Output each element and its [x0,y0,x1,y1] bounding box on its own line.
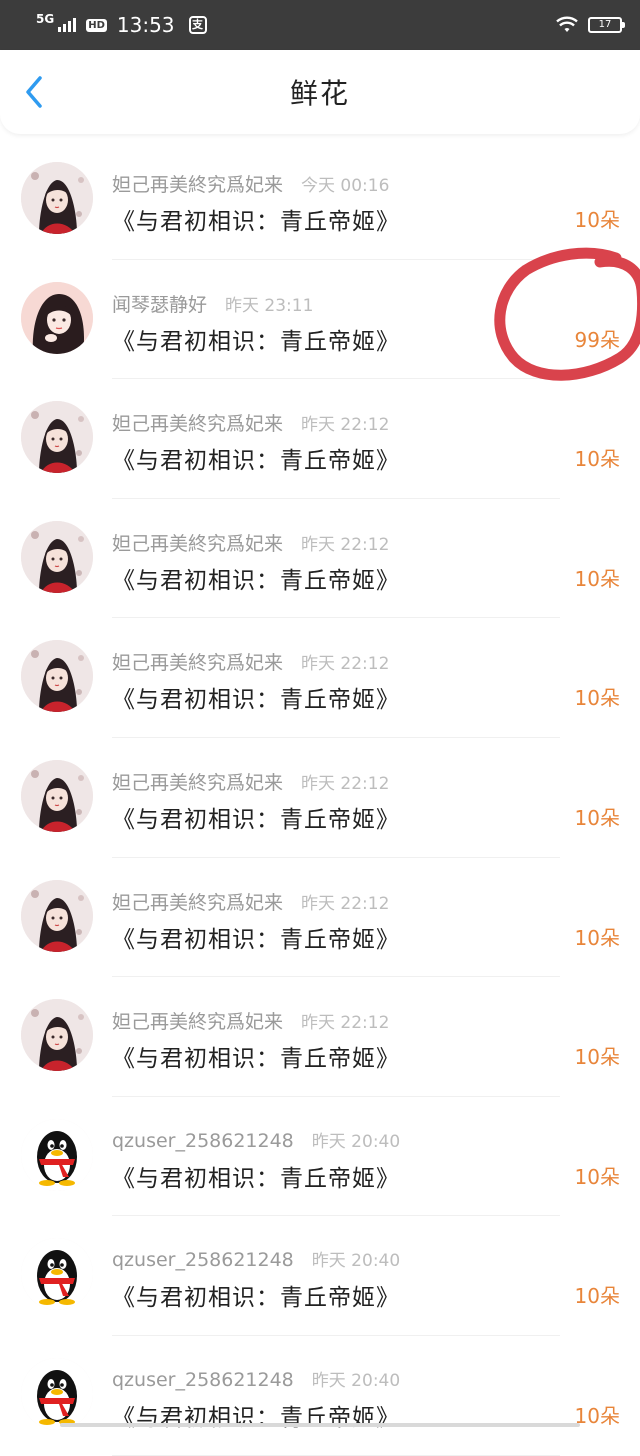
flower-count: 10朵 [575,1161,620,1190]
flower-count: 10朵 [575,802,620,831]
timestamp: 昨天 20:40 [312,1366,400,1391]
timestamp: 昨天 23:11 [225,291,313,316]
avatar[interactable] [21,401,93,473]
user-name[interactable]: 妲己再美終究爲妃来 [112,768,283,795]
flower-count: 10朵 [575,1041,620,1070]
list-item[interactable]: 妲己再美終究爲妃来昨天 22:12 《与君初相识：青丘帝姬》 10朵 [0,858,640,978]
book-title: 《与君初相识：青丘帝姬》 [112,322,400,356]
avatar[interactable] [21,521,93,593]
timestamp: 今天 00:16 [301,171,389,196]
flower-count: 10朵 [575,563,620,592]
list-item[interactable]: 妲己再美終究爲妃来昨天 22:12 《与君初相识：青丘帝姬》 10朵 [0,977,640,1097]
user-name[interactable]: 闻琴瑟静好 [112,290,207,317]
timestamp: 昨天 22:12 [301,1008,389,1033]
book-title: 《与君初相识：青丘帝姬》 [112,680,400,714]
hd-badge: HD [86,19,107,32]
list-item[interactable]: 妲己再美終究爲妃来昨天 22:12 《与君初相识：青丘帝姬》 10朵 [0,618,640,738]
book-title: 《与君初相识：青丘帝姬》 [112,202,400,236]
user-name[interactable]: qzuser_258621248 [112,1369,294,1391]
book-title: 《与君初相识：青丘帝姬》 [112,1159,400,1193]
flower-list: 妲己再美終究爲妃来今天 00:16《与君初相识：青丘帝姬》10朵 闻琴瑟静好昨天… [0,140,640,1456]
user-name[interactable]: 妲己再美終究爲妃来 [112,409,283,436]
wifi-icon [556,16,578,34]
user-name[interactable]: 妲己再美終究爲妃来 [112,170,283,197]
avatar[interactable] [21,282,93,354]
battery-icon: 17 [588,17,622,33]
avatar[interactable] [21,1238,93,1310]
signal-icon [58,18,76,32]
list-item[interactable]: 妲己再美終究爲妃来昨天 22:12 《与君初相识：青丘帝姬》 10朵 [0,499,640,619]
user-name[interactable]: 妲己再美終究爲妃来 [112,1007,283,1034]
book-title: 《与君初相识：青丘帝姬》 [112,441,400,475]
avatar[interactable] [21,1119,93,1191]
scroll-indicator [60,1423,580,1427]
timestamp: 昨天 22:12 [301,649,389,674]
list-item[interactable]: 妲己再美終究爲妃来今天 00:16 《与君初相识：青丘帝姬》 10朵 [0,140,640,260]
user-name[interactable]: 妲己再美終究爲妃来 [112,529,283,556]
page-title: 鲜花 [290,72,350,112]
book-title: 《与君初相识：青丘帝姬》 [112,561,400,595]
avatar[interactable] [21,640,93,712]
avatar[interactable] [21,880,93,952]
flower-count: 99朵 [575,324,620,353]
list-item[interactable]: qzuser_258621248昨天 20:40《与君初相识：青丘帝姬》10朵 [0,1336,640,1456]
book-title: 《与君初相识：青丘帝姬》 [112,1039,400,1073]
book-title: 《与君初相识：青丘帝姬》 [112,1278,400,1312]
timestamp: 昨天 20:40 [312,1246,400,1271]
list-item[interactable]: 妲己再美終究爲妃来昨天 22:12 《与君初相识：青丘帝姬》 10朵 [0,738,640,858]
back-arrow-icon[interactable] [20,72,50,112]
timestamp: 昨天 22:12 [301,530,389,555]
flower-count: 10朵 [575,443,620,472]
alipay-icon: 支 [189,16,207,34]
user-name[interactable]: qzuser_258621248 [112,1249,294,1271]
user-name[interactable]: 妲己再美終究爲妃来 [112,888,283,915]
flower-count: 10朵 [575,204,620,233]
avatar[interactable] [21,760,93,832]
clock: 13:53 [117,13,175,37]
page-header: 鲜花 [0,50,640,134]
user-name[interactable]: 妲己再美終究爲妃来 [112,648,283,675]
flower-count: 10朵 [575,922,620,951]
status-bar: 5G HD 13:53 支 17 [0,0,640,50]
avatar[interactable] [21,162,93,234]
timestamp: 昨天 22:12 [301,410,389,435]
list-item[interactable]: 闻琴瑟静好昨天 23:11 《与君初相识：青丘帝姬》 99朵 [0,260,640,380]
list-item[interactable]: 妲己再美終究爲妃来昨天 22:12 《与君初相识：青丘帝姬》 10朵 [0,379,640,499]
book-title: 《与君初相识：青丘帝姬》 [112,800,400,834]
network-type: 5G [36,12,54,26]
timestamp: 昨天 22:12 [301,889,389,914]
avatar[interactable] [21,999,93,1071]
flower-count: 10朵 [575,1280,620,1309]
flower-count: 10朵 [575,1400,620,1429]
user-name[interactable]: qzuser_258621248 [112,1130,294,1152]
list-item[interactable]: qzuser_258621248 昨天 20:40 《与君初相识：青丘帝姬》 10朵 [0,1216,640,1336]
timestamp: 昨天 20:40 [312,1127,400,1152]
book-title: 《与君初相识：青丘帝姬》 [112,920,400,954]
flower-count: 10朵 [575,682,620,711]
timestamp: 昨天 22:12 [301,769,389,794]
list-item[interactable]: qzuser_258621248 昨天 20:40 《与君初相识：青丘帝姬》 10朵 [0,1097,640,1217]
avatar[interactable] [21,1358,93,1430]
